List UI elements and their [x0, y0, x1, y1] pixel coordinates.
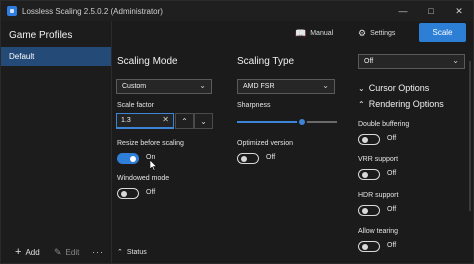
book-icon: 📖: [295, 28, 307, 38]
double-buffering-state: Off: [387, 135, 397, 142]
maximize-button[interactable]: □: [417, 1, 445, 21]
toggle-knob: [241, 155, 247, 162]
toggle-knob: [121, 190, 127, 197]
vrr-support-toggle[interactable]: [358, 169, 380, 180]
mouse-cursor-icon: [150, 160, 158, 171]
chevron-down-icon: ⌄: [358, 83, 365, 93]
slider-thumb[interactable]: [297, 117, 307, 127]
gear-icon: ⚙: [358, 28, 367, 38]
chevron-down-icon: ⌄: [199, 81, 206, 90]
scaling-type-value: AMD FSR: [243, 83, 275, 90]
app-logo-icon: [7, 6, 17, 16]
chevron-down-icon: ⌄: [322, 81, 329, 90]
right-panel-select-value: Off: [364, 58, 374, 65]
toggle-knob: [130, 155, 136, 162]
cursor-options-label: Cursor Options: [368, 83, 430, 93]
scale-factor-value: 1.3: [121, 117, 131, 124]
scale-factor-input[interactable]: 1.3 ✕: [116, 113, 174, 129]
scaling-mode-value: Custom: [122, 83, 147, 90]
edit-profile-button[interactable]: ✎ Edit: [54, 247, 79, 258]
close-button[interactable]: ✕: [445, 1, 473, 21]
windowed-mode-state: Off: [146, 189, 156, 196]
settings-label: Settings: [370, 30, 396, 37]
allow-tearing-toggle[interactable]: [358, 241, 380, 252]
double-buffering-toggle[interactable]: [358, 134, 380, 145]
scrollbar[interactable]: [469, 61, 471, 211]
vrr-support-state: Off: [387, 170, 397, 177]
profile-item-default[interactable]: Default: [1, 47, 111, 66]
windowed-mode-label: Windowed mode: [117, 175, 170, 182]
pencil-icon: ✎: [54, 246, 62, 257]
optimized-version-label: Optimized version: [237, 140, 294, 147]
decrease-button[interactable]: ⌄: [194, 113, 213, 129]
window-controls: — □ ✕: [389, 1, 473, 21]
status-header[interactable]: ⌃ Status: [117, 248, 147, 257]
profile-actions: + Add ✎ Edit ···: [1, 245, 111, 259]
allow-tearing-label: Allow tearing: [358, 228, 399, 235]
manual-label: Manual: [310, 30, 334, 37]
toggle-knob: [362, 171, 368, 178]
scaling-mode-select[interactable]: Custom ⌄: [116, 79, 212, 94]
toggle-knob: [362, 243, 368, 250]
window-title: Lossless Scaling 2.5.0.2 (Administrator): [22, 6, 163, 16]
chevron-up-icon: ⌃: [117, 249, 123, 256]
allow-tearing-state: Off: [387, 242, 397, 249]
hdr-support-state: Off: [387, 206, 397, 213]
settings-button[interactable]: ⚙ Settings: [358, 28, 395, 39]
plus-icon: +: [15, 246, 22, 258]
chevron-down-icon: ⌄: [200, 116, 207, 126]
more-options-button[interactable]: ···: [92, 247, 104, 257]
chevron-down-icon: ⌄: [452, 56, 459, 65]
rendering-options-header[interactable]: ⌃ Rendering Options: [358, 99, 444, 109]
title-bar: Lossless Scaling 2.5.0.2 (Administrator)…: [1, 1, 473, 21]
game-profiles-title: Game Profiles: [9, 30, 73, 41]
add-profile-button[interactable]: + Add: [15, 246, 40, 258]
chevron-up-icon: ⌃: [358, 99, 365, 109]
maximize-icon: □: [428, 6, 434, 16]
resize-before-scaling-toggle[interactable]: [117, 153, 139, 164]
manual-button[interactable]: 📖 Manual: [295, 28, 333, 39]
windowed-mode-toggle[interactable]: [117, 188, 139, 199]
game-profiles-panel: Game Profiles Default + Add ✎ Edit ···: [1, 21, 112, 263]
optimized-version-state: Off: [266, 154, 276, 161]
toggle-knob: [362, 207, 368, 214]
edit-label: Edit: [65, 247, 80, 257]
minimize-icon: —: [398, 6, 408, 16]
sharpness-label: Sharpness: [237, 102, 271, 109]
clear-icon[interactable]: ✕: [162, 115, 169, 124]
slider-fill: [237, 121, 302, 123]
double-buffering-label: Double buffering: [358, 121, 410, 128]
app-window: Lossless Scaling 2.5.0.2 (Administrator)…: [0, 0, 474, 264]
close-icon: ✕: [455, 5, 463, 16]
increase-button[interactable]: ⌃: [175, 113, 194, 129]
scaling-mode-title: Scaling Mode: [117, 56, 178, 67]
vrr-support-label: VRR support: [358, 156, 399, 163]
toggle-knob: [362, 136, 368, 143]
optimized-version-toggle[interactable]: [237, 153, 259, 164]
hdr-support-toggle[interactable]: [358, 205, 380, 216]
right-panel-select[interactable]: Off ⌄: [358, 54, 465, 69]
add-label: Add: [25, 247, 40, 257]
resize-before-scaling-label: Resize before scaling: [117, 140, 184, 147]
profile-item-label: Default: [9, 52, 35, 61]
rendering-options-label: Rendering Options: [368, 99, 444, 109]
scaling-type-title: Scaling Type: [237, 56, 295, 67]
minimize-button[interactable]: —: [389, 1, 417, 21]
sharpness-slider[interactable]: [237, 117, 337, 127]
scale-button[interactable]: Scale: [419, 23, 466, 42]
scale-factor-label: Scale factor: [117, 102, 154, 109]
status-label: Status: [126, 248, 147, 256]
scaling-type-select[interactable]: AMD FSR ⌄: [237, 79, 335, 94]
hdr-support-label: HDR support: [358, 192, 399, 199]
chevron-up-icon: ⌃: [181, 116, 188, 126]
cursor-options-header[interactable]: ⌄ Cursor Options: [358, 83, 429, 93]
